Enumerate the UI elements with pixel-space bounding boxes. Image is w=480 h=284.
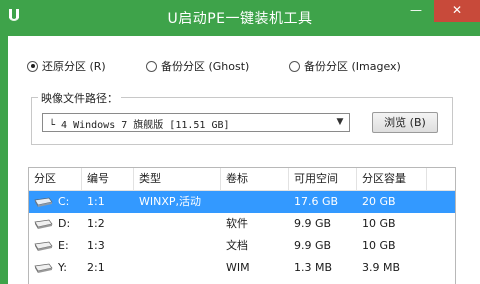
- radio-backup-ghost[interactable]: 备份分区 (Ghost): [146, 58, 249, 74]
- cell-drive: Y:: [58, 261, 67, 274]
- partition-table: 分区 编号 类型 卷标 可用空间 分区容量 C: 1:1 WINXP,活动 17…: [28, 167, 456, 284]
- close-button[interactable]: ✕: [434, 0, 480, 22]
- table-row[interactable]: C: 1:1 WINXP,活动 17.6 GB 20 GB: [29, 191, 455, 213]
- chevron-down-icon[interactable]: ▼: [334, 116, 346, 129]
- column-header-partition[interactable]: 分区: [29, 168, 82, 190]
- hard-disk-icon: [34, 219, 53, 229]
- radio-restore-indicator[interactable]: [27, 60, 38, 72]
- image-path-dropdown[interactable]: └ 4 Windows 7 旗舰版 [11.51 GB] ▼: [42, 113, 350, 132]
- cell-type: WINXP,活动: [139, 195, 202, 208]
- table-row[interactable]: E: 1:3 文档 9.9 GB 10 GB: [29, 235, 455, 257]
- cell-free-space: 9.9 GB: [294, 239, 332, 252]
- cell-drive: D:: [58, 217, 71, 230]
- hard-disk-icon: [34, 197, 53, 207]
- main-panel: 还原分区 (R) 备份分区 (Ghost) 备份分区 (Imagex) 映像文件…: [8, 36, 480, 284]
- cell-free-space: 9.9 GB: [294, 217, 332, 230]
- cell-number: 1:3: [87, 239, 105, 252]
- radio-backup-imagex-indicator[interactable]: [289, 60, 300, 72]
- radio-backup-ghost-indicator[interactable]: [146, 60, 157, 72]
- cell-label: 文档: [226, 239, 248, 252]
- table-row[interactable]: D: 1:2 软件 9.9 GB 10 GB: [29, 213, 455, 235]
- minimize-button[interactable]: —: [403, 0, 429, 22]
- cell-type: [134, 213, 221, 235]
- cell-label: [221, 191, 289, 213]
- radio-backup-imagex[interactable]: 备份分区 (Imagex): [289, 58, 401, 74]
- image-path-value: └ 4 Windows 7 旗舰版 [11.51 GB]: [49, 120, 230, 131]
- column-header-label[interactable]: 卷标: [221, 168, 289, 190]
- cell-type: [134, 257, 221, 279]
- radio-restore-label: 还原分区 (R): [42, 60, 106, 73]
- cell-drive: C:: [58, 195, 70, 208]
- cell-number: 1:2: [87, 217, 105, 230]
- cell-free-space: 1.3 MB: [294, 261, 333, 274]
- column-header-free-space[interactable]: 可用空间: [289, 168, 357, 190]
- cell-capacity: 10 GB: [362, 217, 396, 230]
- column-header-capacity[interactable]: 分区容量: [357, 168, 427, 190]
- cell-label: 软件: [226, 217, 248, 230]
- radio-backup-imagex-label: 备份分区 (Imagex): [304, 60, 401, 73]
- browse-button[interactable]: 浏览 (B): [372, 112, 438, 133]
- image-path-group-label: 映像文件路径：: [38, 90, 121, 106]
- cell-type: [134, 235, 221, 257]
- cell-capacity: 3.9 MB: [362, 261, 401, 274]
- app-window: U启动PE一键装机工具 — ✕ 还原分区 (R) 备份分区 (Ghost) 备份…: [0, 0, 480, 284]
- title-bar[interactable]: U启动PE一键装机工具 — ✕: [0, 0, 480, 36]
- table-row[interactable]: Y: 2:1 WIM 1.3 MB 3.9 MB: [29, 257, 455, 279]
- cell-free-space: 17.6 GB: [294, 195, 339, 208]
- column-header-number[interactable]: 编号: [82, 168, 134, 190]
- cell-capacity: 20 GB: [362, 195, 396, 208]
- hard-disk-icon: [34, 263, 53, 273]
- table-header: 分区 编号 类型 卷标 可用空间 分区容量: [29, 168, 455, 191]
- cell-label: WIM: [226, 261, 250, 274]
- cell-capacity: 10 GB: [362, 239, 396, 252]
- radio-backup-ghost-label: 备份分区 (Ghost): [161, 60, 250, 73]
- column-header-type[interactable]: 类型: [134, 168, 221, 190]
- cell-number: 2:1: [87, 261, 105, 274]
- cell-drive: E:: [58, 239, 69, 252]
- hard-disk-icon: [34, 241, 53, 251]
- radio-restore-partition[interactable]: 还原分区 (R): [27, 58, 106, 74]
- cell-number: 1:1: [87, 195, 105, 208]
